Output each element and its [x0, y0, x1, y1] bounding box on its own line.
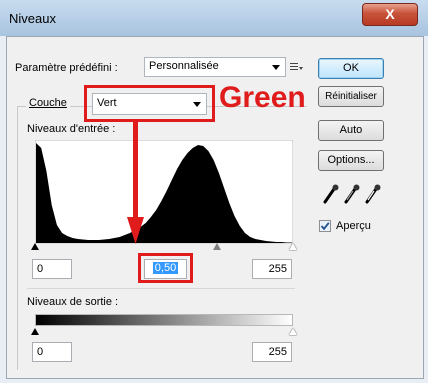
white-eyedropper-icon[interactable] — [364, 183, 382, 205]
output-separator — [27, 288, 295, 289]
output-white-field[interactable]: 255 — [252, 342, 292, 362]
levels-dialog-body: Paramètre prédéfini : Personnalisée Couc… — [6, 36, 424, 379]
preset-select[interactable]: Personnalisée — [144, 57, 286, 77]
window-title: Niveaux — [9, 11, 56, 26]
group-left-border — [17, 106, 18, 370]
preset-label: Paramètre prédéfini : — [15, 62, 118, 74]
input-white-value: 255 — [268, 263, 287, 275]
preview-checkbox[interactable] — [319, 220, 331, 232]
output-black-field[interactable]: 0 — [32, 342, 72, 362]
gray-eyedropper-icon[interactable] — [343, 183, 361, 205]
input-levels-label: Niveaux d'entrée : — [27, 123, 116, 135]
black-point-handle[interactable] — [31, 243, 39, 250]
close-icon: X — [385, 6, 395, 22]
checkmark-icon — [320, 222, 330, 231]
preview-label: Aperçu — [336, 220, 371, 232]
input-black-field[interactable]: 0 — [32, 259, 72, 279]
auto-button[interactable]: Auto — [318, 120, 384, 141]
chevron-down-icon — [272, 65, 280, 70]
output-black-value: 0 — [37, 346, 44, 358]
annotation-label: Green — [219, 81, 306, 114]
channel-label: Couche — [26, 97, 70, 109]
output-levels-slider[interactable] — [31, 327, 297, 337]
preset-value: Personnalisée — [149, 60, 219, 72]
histogram — [35, 140, 293, 244]
annotation-highlight-gamma — [138, 253, 193, 283]
annotation-arrow — [127, 121, 144, 244]
annotation-highlight-channel — [84, 85, 215, 122]
input-black-value: 0 — [37, 263, 44, 275]
list-menu-icon[interactable] — [289, 61, 305, 73]
input-white-field[interactable]: 255 — [252, 259, 292, 279]
title-bar: Niveaux X — [0, 0, 428, 36]
output-white-handle[interactable] — [289, 328, 297, 335]
gamma-handle[interactable] — [213, 243, 221, 250]
output-black-handle[interactable] — [31, 328, 39, 335]
output-levels-label: Niveaux de sortie : — [27, 296, 119, 308]
ok-button[interactable]: OK — [318, 58, 384, 79]
output-gradient-bar — [35, 314, 293, 326]
output-white-value: 255 — [268, 346, 287, 358]
close-button[interactable]: X — [362, 3, 418, 26]
options-button[interactable]: Options... — [318, 150, 384, 171]
black-eyedropper-icon[interactable] — [322, 183, 340, 205]
input-levels-slider[interactable] — [31, 242, 297, 252]
reset-button[interactable]: Réinitialiser — [318, 86, 384, 107]
white-point-handle[interactable] — [289, 243, 297, 250]
